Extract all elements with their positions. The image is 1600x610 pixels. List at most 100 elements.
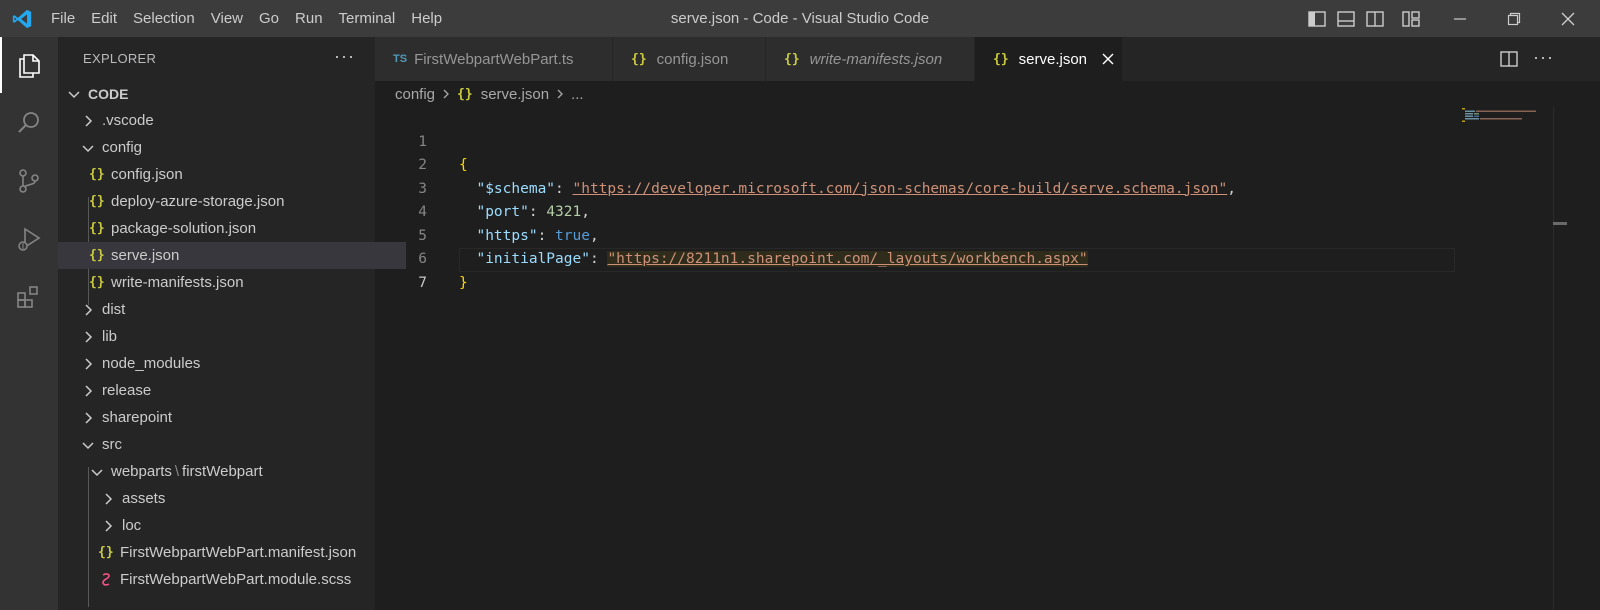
breadcrumb-folder[interactable]: config <box>395 86 435 103</box>
explorer-sidebar: EXPLORER ··· CODE .vscode config {} conf… <box>58 37 406 610</box>
json-brace: } <box>459 274 468 291</box>
menu-help[interactable]: Help <box>403 0 450 37</box>
tree-item-module-scss[interactable]: FirstWebpartWebPart.module.scss <box>58 566 415 593</box>
tab-firstwebpartwebpart-ts[interactable]: TS FirstWebpartWebPart.ts <box>375 37 613 81</box>
explorer-header: EXPLORER ··· <box>58 37 375 80</box>
code-line: 7 <box>375 248 1600 291</box>
tree-item-config-json[interactable]: {} config.json <box>58 161 406 188</box>
code-editor[interactable]: 1 { 2 "$schema": "https://developer.micr… <box>375 107 1600 610</box>
code-line: 2 "$schema": "https://developer.microsof… <box>375 131 1600 197</box>
restore-icon <box>1507 12 1521 25</box>
activity-run-debug[interactable] <box>0 211 58 267</box>
explorer-icon <box>19 54 40 78</box>
split-editor-icon[interactable] <box>1499 49 1519 69</box>
close-window-button[interactable] <box>1545 0 1591 37</box>
tab-label: FirstWebpartWebPart.ts <box>414 50 574 68</box>
tab-label: serve.json <box>1018 50 1088 68</box>
tab-write-manifests-json[interactable]: {} write-manifests.json <box>766 37 975 81</box>
tree-item-loc[interactable]: loc <box>58 512 417 539</box>
vscode-logo-icon[interactable] <box>10 8 34 30</box>
menu-view[interactable]: View <box>203 0 251 37</box>
tree-label: release <box>102 382 152 399</box>
close-tab-icon[interactable] <box>1101 52 1115 66</box>
json-file-icon: {} <box>89 248 105 263</box>
tree-item-release[interactable]: release <box>58 377 397 404</box>
tab-label: write-manifests.json <box>809 50 943 68</box>
toggle-secondary-sidebar-icon[interactable] <box>1365 9 1385 29</box>
tab-label: config.json <box>656 50 729 68</box>
line-number: 7 <box>418 274 427 291</box>
tab-config-json[interactable]: {} config.json <box>613 37 766 81</box>
menu-edit[interactable]: Edit <box>83 0 125 37</box>
tree-item-vscode[interactable]: .vscode <box>58 107 397 134</box>
code-line: 5 "initialPage": "https://8211n1.sharepo… <box>375 201 1600 267</box>
tree-item-serve-json[interactable]: {} serve.json <box>58 242 406 269</box>
json-file-icon: {} <box>89 194 105 209</box>
tree-label: FirstWebpartWebPart.module.scss <box>120 571 352 588</box>
activity-explorer[interactable] <box>0 37 58 93</box>
tree-item-assets[interactable]: assets <box>58 485 417 512</box>
menu-go[interactable]: Go <box>251 0 287 37</box>
menu-file[interactable]: File <box>43 0 83 37</box>
tab-serve-json[interactable]: {} serve.json <box>975 37 1123 81</box>
chevron-right-icon <box>557 89 563 99</box>
tree-label: dist <box>102 301 126 318</box>
activity-bar <box>0 37 58 610</box>
tree-label: loc <box>122 517 142 534</box>
extensions-icon <box>17 286 38 308</box>
tree-item-write-manifests-json[interactable]: {} write-manifests.json <box>58 269 406 296</box>
tree-item-node-modules[interactable]: node_modules <box>58 350 397 377</box>
tree-root-code[interactable]: CODE <box>58 80 383 107</box>
breadcrumb-more[interactable]: ... <box>571 86 584 103</box>
explorer-title: EXPLORER <box>83 51 157 66</box>
minimap[interactable] <box>1460 107 1555 127</box>
tree-item-deploy-azure-storage-json[interactable]: {} deploy-azure-storage.json <box>58 188 406 215</box>
menu-terminal[interactable]: Terminal <box>331 0 404 37</box>
editor-more-actions-icon[interactable]: ··· <box>1533 47 1554 68</box>
breadcrumb-file[interactable]: serve.json <box>481 86 549 103</box>
more-actions-icon[interactable]: ··· <box>334 46 355 67</box>
activity-source-control[interactable] <box>0 153 58 209</box>
code-line: 1 { <box>375 107 1600 174</box>
tree-label: firstWebpart <box>182 463 263 480</box>
tree-item-config[interactable]: config <box>58 134 397 161</box>
tree-item-package-solution-json[interactable]: {} package-solution.json <box>58 215 406 242</box>
tree-label: node_modules <box>102 355 201 372</box>
tree-label: webparts <box>111 463 172 480</box>
menu-run[interactable]: Run <box>287 0 331 37</box>
tree-item-sharepoint[interactable]: sharepoint <box>58 404 397 431</box>
chevron-right-icon <box>85 303 93 316</box>
json-file-icon: {} <box>89 275 105 290</box>
menu-selection[interactable]: Selection <box>125 0 203 37</box>
tree-label: src <box>102 436 122 453</box>
menu-bar: File Edit Selection View Go Run Terminal… <box>43 0 450 37</box>
tree-label: CODE <box>88 85 129 102</box>
chevron-right-icon <box>85 330 93 343</box>
activity-extensions[interactable] <box>0 269 58 325</box>
chevron-right-icon <box>443 89 449 99</box>
tree-label: config.json <box>111 166 183 183</box>
vertical-scrollbar[interactable] <box>1553 107 1568 610</box>
restore-button[interactable] <box>1491 0 1537 37</box>
toggle-primary-sidebar-icon[interactable] <box>1307 9 1327 29</box>
tree-item-dist[interactable]: dist <box>58 296 397 323</box>
code-line: 3 "port": 4321, <box>375 154 1600 221</box>
tree-label: deploy-azure-storage.json <box>111 193 285 210</box>
customize-layout-icon[interactable] <box>1401 9 1421 29</box>
minimize-button[interactable] <box>1437 0 1483 37</box>
chevron-right-icon <box>85 114 93 127</box>
tree-label: FirstWebpartWebPart.manifest.json <box>120 544 357 561</box>
tree-item-src[interactable]: src <box>58 431 397 458</box>
editor-tab-bar: TS FirstWebpartWebPart.ts {} config.json… <box>375 37 1600 81</box>
tree-item-webparts-firstwebpart[interactable]: webparts \ firstWebpart <box>58 458 406 485</box>
activity-search[interactable] <box>0 95 58 151</box>
tree-item-lib[interactable]: lib <box>58 323 397 350</box>
tree-label: write-manifests.json <box>111 274 244 291</box>
tree-label: package-solution.json <box>111 220 257 237</box>
tree-label: lib <box>102 328 118 345</box>
toggle-panel-icon[interactable] <box>1336 9 1356 29</box>
chevron-right-icon <box>85 411 93 424</box>
json-file-icon: {} <box>784 51 800 67</box>
chevron-down-icon <box>91 468 103 476</box>
tree-item-manifest-json[interactable]: {} FirstWebpartWebPart.manifest.json <box>58 539 415 566</box>
